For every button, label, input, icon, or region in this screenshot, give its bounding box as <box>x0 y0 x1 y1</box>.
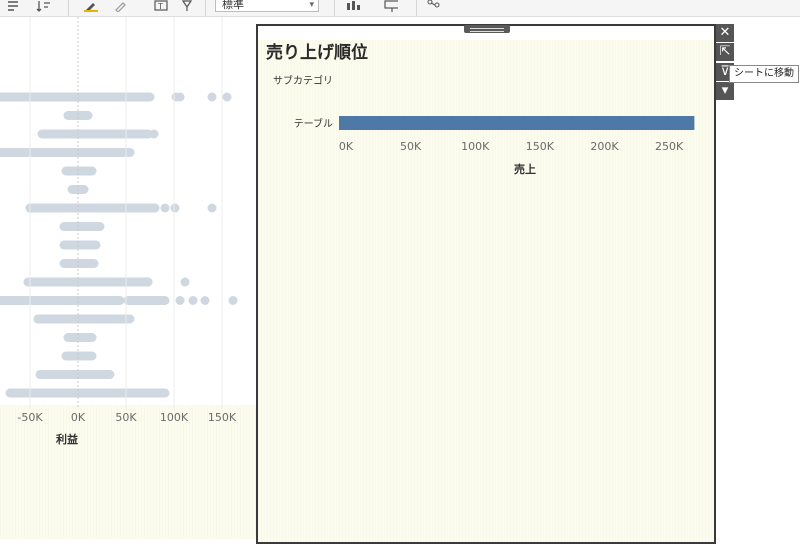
toolbar: T 標準 ▾ <box>0 0 800 17</box>
open-in-sheet-button[interactable]: ⇱ <box>716 43 734 61</box>
dot <box>207 203 217 213</box>
dot <box>200 296 210 305</box>
label-icon[interactable]: T <box>154 0 168 12</box>
bars: テーブル <box>294 116 695 130</box>
more-options-icon: ▾ <box>721 83 729 98</box>
tooltip: シートに移動 <box>729 65 799 83</box>
profit-dot-plot: -50K 0K 50K 100K 150K 利益 <box>0 17 238 446</box>
view-select-value: 標準 <box>222 0 244 11</box>
dot <box>170 203 180 213</box>
x-axis-title: 売上 <box>514 162 536 176</box>
bar[interactable] <box>339 116 695 130</box>
chevron-down-icon: ▾ <box>309 0 314 10</box>
dot <box>222 92 232 102</box>
x-tick-label: 100K <box>160 411 189 424</box>
x-tick-label: 150K <box>208 411 237 424</box>
highlight-icon[interactable] <box>84 0 98 12</box>
x-axis-title: 利益 <box>56 432 78 446</box>
x-tick-label: 150K <box>526 140 555 153</box>
dot <box>180 277 190 287</box>
sort-icon[interactable] <box>36 0 50 12</box>
viz-in-tooltip-view: 売り上げ順位 サブカテゴリ テーブル 0K 50K 100K 150K 200K 250K… <box>256 24 716 544</box>
x-tick-label: 50K <box>400 140 422 153</box>
drag-handle[interactable] <box>464 25 510 33</box>
dot <box>207 92 217 102</box>
sales-rank-chart: サブカテゴリ テーブル 0K 50K 100K 150K 200K 250K 売上 <box>273 74 695 176</box>
dot <box>160 203 170 213</box>
close-button[interactable]: ✕ <box>716 24 734 42</box>
view-select[interactable]: 標準 ▾ <box>215 0 319 12</box>
x-tick-label: 50K <box>115 411 137 424</box>
x-tick-label: 250K <box>655 140 684 153</box>
x-tick-label: 0K <box>339 140 354 153</box>
svg-text:T: T <box>157 2 163 11</box>
x-axis-ticks: -50K 0K 50K 100K 150K <box>17 411 236 424</box>
external-link-icon: ⇱ <box>719 44 731 59</box>
annotate-icon[interactable] <box>114 0 128 12</box>
close-icon: ✕ <box>719 25 731 40</box>
row-header: サブカテゴリ <box>273 74 333 87</box>
show-me-icon[interactable] <box>346 0 360 12</box>
x-tick-label: -50K <box>17 411 43 424</box>
more-options-button[interactable]: ▾ <box>716 82 734 100</box>
dot <box>175 92 185 102</box>
dot <box>143 277 153 287</box>
presentation-icon[interactable] <box>384 0 398 12</box>
x-axis-ticks: 0K 50K 100K 150K 200K 250K <box>339 140 684 153</box>
x-tick-label: 100K <box>461 140 490 153</box>
x-tick-label: 0K <box>71 411 86 424</box>
dot <box>188 296 198 305</box>
dot <box>175 296 185 305</box>
swap-rows-icon[interactable] <box>6 0 20 12</box>
popup-title: 売り上げ順位 <box>266 43 368 63</box>
dot-rows <box>0 92 238 398</box>
dot <box>149 129 159 139</box>
share-icon[interactable] <box>426 0 440 12</box>
dot <box>228 296 238 305</box>
category-label: テーブル <box>294 117 333 130</box>
dot <box>33 314 43 324</box>
pin-icon[interactable] <box>180 0 194 12</box>
x-tick-label: 200K <box>590 140 619 153</box>
